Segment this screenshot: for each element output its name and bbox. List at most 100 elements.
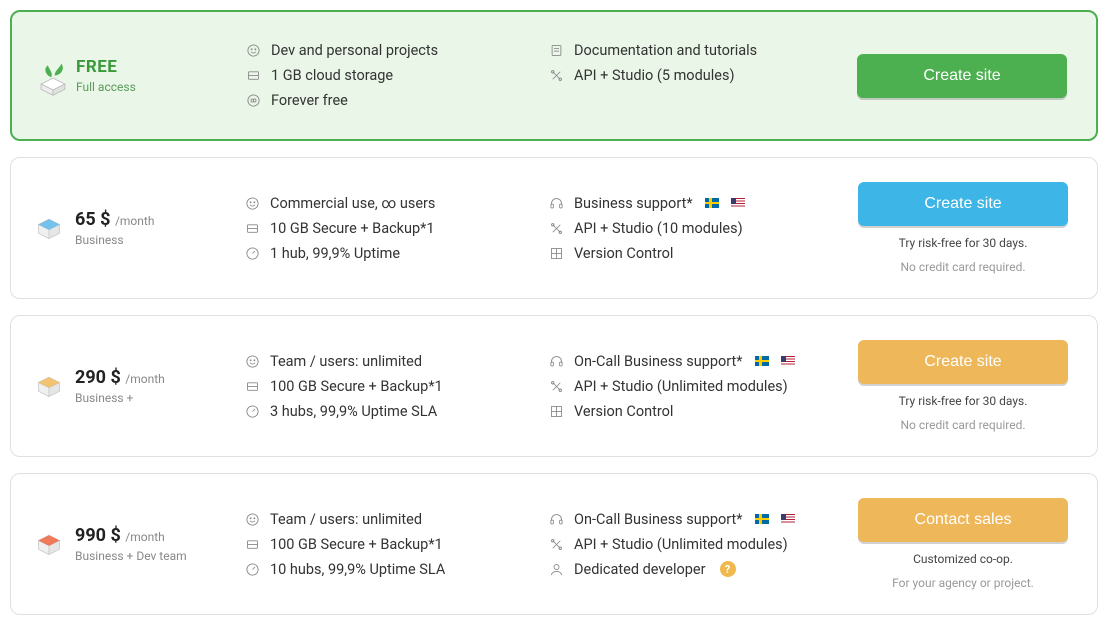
flag-us-icon: [731, 198, 745, 208]
feature-text: Dedicated developer: [574, 561, 706, 578]
person-icon: [549, 562, 564, 577]
feature-text: Dev and personal projects: [271, 42, 438, 59]
leaf-box-icon: [36, 62, 64, 90]
feature-text: 10 hubs, 99,9% Uptime SLA: [270, 561, 445, 578]
smile-icon: [245, 354, 260, 369]
feature-col-right: On-Call Business support* API + Studio (…: [549, 511, 833, 578]
box-icon: [35, 530, 63, 558]
feature-item: Business support*: [549, 195, 833, 212]
feature-col-right: Business support* API + Studio (10 modul…: [549, 195, 833, 262]
feature-text: 100 GB Secure + Backup*1: [270, 536, 443, 553]
plan-features: Team / users: unlimited 100 GB Secure + …: [245, 511, 833, 578]
contact sales-button[interactable]: Contact sales: [858, 498, 1068, 542]
plan-cta: Create site: [852, 54, 1072, 98]
storage-icon: [245, 379, 260, 394]
plan-note-1: Try risk-free for 30 days.: [899, 394, 1028, 408]
feature-col-right: Documentation and tutorials API + Studio…: [549, 42, 832, 109]
feature-item: 1 hub, 99,9% Uptime: [245, 245, 529, 262]
plan-card-business-plus: 290 $ /month Business + Team / users: un…: [10, 315, 1098, 457]
storage-icon: [246, 68, 261, 83]
feature-item: Dedicated developer ?: [549, 561, 833, 578]
plan-cta: Create site Try risk-free for 30 days. N…: [853, 340, 1073, 432]
tools-icon: [549, 221, 564, 236]
plan-note-1: Try risk-free for 30 days.: [899, 236, 1028, 250]
feature-col-left: Team / users: unlimited 100 GB Secure + …: [245, 511, 529, 578]
flag-se-icon: [755, 514, 769, 524]
feature-text: 100 GB Secure + Backup*1: [270, 378, 443, 395]
feature-item: API + Studio (10 modules): [549, 220, 833, 237]
flag-se-icon: [755, 356, 769, 366]
create site-button[interactable]: Create site: [858, 340, 1068, 384]
create site-button[interactable]: Create site: [858, 182, 1068, 226]
plan-header: 290 $ /month Business +: [35, 367, 225, 405]
feature-text: API + Studio (10 modules): [574, 220, 743, 237]
feature-item: On-Call Business support*: [549, 353, 833, 370]
feature-item: API + Studio (Unlimited modules): [549, 378, 833, 395]
feature-text: On-Call Business support*: [574, 511, 743, 528]
smile-icon: [245, 512, 260, 527]
plan-subtitle: Business + Dev team: [75, 549, 187, 563]
feature-item: On-Call Business support*: [549, 511, 833, 528]
headset-icon: [549, 196, 564, 211]
feature-item: Dev and personal projects: [246, 42, 529, 59]
headset-icon: [549, 512, 564, 527]
box-icon: [35, 372, 63, 400]
feature-text: 10 GB Secure + Backup*1: [270, 220, 435, 237]
plan-note-2: No credit card required.: [901, 260, 1026, 274]
infinity-icon: [246, 93, 261, 108]
feature-text: Team / users: unlimited: [270, 511, 422, 528]
feature-item: 100 GB Secure + Backup*1: [245, 536, 529, 553]
feature-col-left: Dev and personal projects 1 GB cloud sto…: [246, 42, 529, 109]
plan-note-1: Customized co-op.: [913, 552, 1013, 566]
plan-header: 990 $ /month Business + Dev team: [35, 525, 225, 563]
feature-text: 1 hub, 99,9% Uptime: [270, 245, 400, 262]
plan-features: Dev and personal projects 1 GB cloud sto…: [246, 42, 832, 109]
plan-price: 65 $ /month: [75, 209, 154, 230]
gauge-icon: [245, 404, 260, 419]
flag-se-icon: [705, 198, 719, 208]
feature-item: 10 GB Secure + Backup*1: [245, 220, 529, 237]
feature-text: Commercial use, ∞ users: [270, 195, 435, 212]
feature-col-right: On-Call Business support* API + Studio (…: [549, 353, 833, 420]
flag-us-icon: [781, 514, 795, 524]
storage-icon: [245, 537, 260, 552]
feature-text: Forever free: [271, 92, 348, 109]
gauge-icon: [245, 246, 260, 261]
doc-icon: [549, 43, 564, 58]
feature-text: Version Control: [574, 403, 673, 420]
tools-icon: [549, 68, 564, 83]
feature-item: Version Control: [549, 403, 833, 420]
plan-subtitle: Business: [75, 233, 154, 247]
feature-text: On-Call Business support*: [574, 353, 743, 370]
plan-card-free: FREE Full access Dev and personal projec…: [10, 10, 1098, 141]
feature-item: Team / users: unlimited: [245, 353, 529, 370]
plan-subtitle: Full access: [76, 80, 136, 94]
plan-price: 290 $ /month: [75, 367, 165, 388]
grid-icon: [549, 404, 564, 419]
gauge-icon: [245, 562, 260, 577]
storage-icon: [245, 221, 260, 236]
flag-us-icon: [781, 356, 795, 366]
plan-header: 65 $ /month Business: [35, 209, 225, 247]
plan-features: Commercial use, ∞ users 10 GB Secure + B…: [245, 195, 833, 262]
feature-text: API + Studio (Unlimited modules): [574, 536, 788, 553]
smile-icon: [245, 196, 260, 211]
plan-title: FREE: [76, 57, 136, 77]
feature-col-left: Commercial use, ∞ users 10 GB Secure + B…: [245, 195, 529, 262]
feature-item: API + Studio (Unlimited modules): [549, 536, 833, 553]
feature-col-left: Team / users: unlimited 100 GB Secure + …: [245, 353, 529, 420]
feature-text: 3 hubs, 99,9% Uptime SLA: [270, 403, 437, 420]
feature-text: Business support*: [574, 195, 693, 212]
feature-item: Commercial use, ∞ users: [245, 195, 529, 212]
box-icon: [35, 214, 63, 242]
create site-button[interactable]: Create site: [857, 54, 1067, 98]
plan-cta: Create site Try risk-free for 30 days. N…: [853, 182, 1073, 274]
help-icon[interactable]: ?: [720, 561, 736, 577]
feature-item: Documentation and tutorials: [549, 42, 832, 59]
plan-card-business-dev: 990 $ /month Business + Dev team Team / …: [10, 473, 1098, 615]
grid-icon: [549, 246, 564, 261]
feature-text: API + Studio (Unlimited modules): [574, 378, 788, 395]
plan-cta: Contact sales Customized co-op. For your…: [853, 498, 1073, 590]
plan-features: Team / users: unlimited 100 GB Secure + …: [245, 353, 833, 420]
feature-text: Documentation and tutorials: [574, 42, 757, 59]
